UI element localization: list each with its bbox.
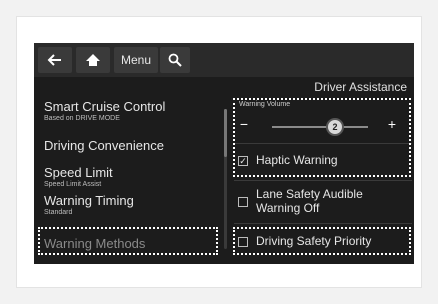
highlight-driving-safety-priority xyxy=(233,227,411,255)
divider xyxy=(234,180,412,181)
menu-scrollbar-thumb[interactable] xyxy=(224,109,227,157)
menu-item-sublabel: Standard xyxy=(44,209,73,216)
search-button[interactable] xyxy=(160,47,190,73)
menu-item-label: Driving Convenience xyxy=(44,138,164,153)
menu-item-label: Speed Limit xyxy=(44,165,113,180)
top-bar: Menu xyxy=(34,43,414,77)
menu-item-sublabel: Based on DRIVE MODE xyxy=(44,115,120,122)
menu-item-sublabel: Speed Limit Assist xyxy=(44,181,102,188)
menu-item-label: Smart Cruise Control xyxy=(44,99,166,114)
menu-item-warning-timing[interactable]: Warning Timing Standard xyxy=(44,193,220,217)
panel-title: Driver Assistance xyxy=(314,80,407,94)
divider xyxy=(234,223,412,224)
highlight-warning-methods xyxy=(38,227,218,255)
arrow-left-icon xyxy=(47,54,61,66)
menu-label: Menu xyxy=(120,53,152,67)
highlight-volume-haptic xyxy=(233,98,411,177)
back-button[interactable] xyxy=(38,47,72,73)
option-label: Lane Safety Audible Warning Off xyxy=(256,187,363,215)
menu-item-smart-cruise-control[interactable]: Smart Cruise Control Based on DRIVE MODE xyxy=(44,99,220,123)
menu-item-speed-limit[interactable]: Speed Limit Speed Limit Assist xyxy=(44,165,220,189)
menu-item-label: Warning Timing xyxy=(44,193,134,208)
home-button[interactable] xyxy=(76,47,110,73)
infotainment-screen: Menu Smart Cruise Control Based on DRIVE… xyxy=(34,43,414,264)
lane-safety-checkbox[interactable] xyxy=(238,197,248,207)
home-icon xyxy=(86,54,100,66)
menu-item-driving-convenience[interactable]: Driving Convenience xyxy=(44,138,220,153)
menu-button[interactable]: Menu xyxy=(114,47,158,73)
search-icon xyxy=(168,53,182,67)
